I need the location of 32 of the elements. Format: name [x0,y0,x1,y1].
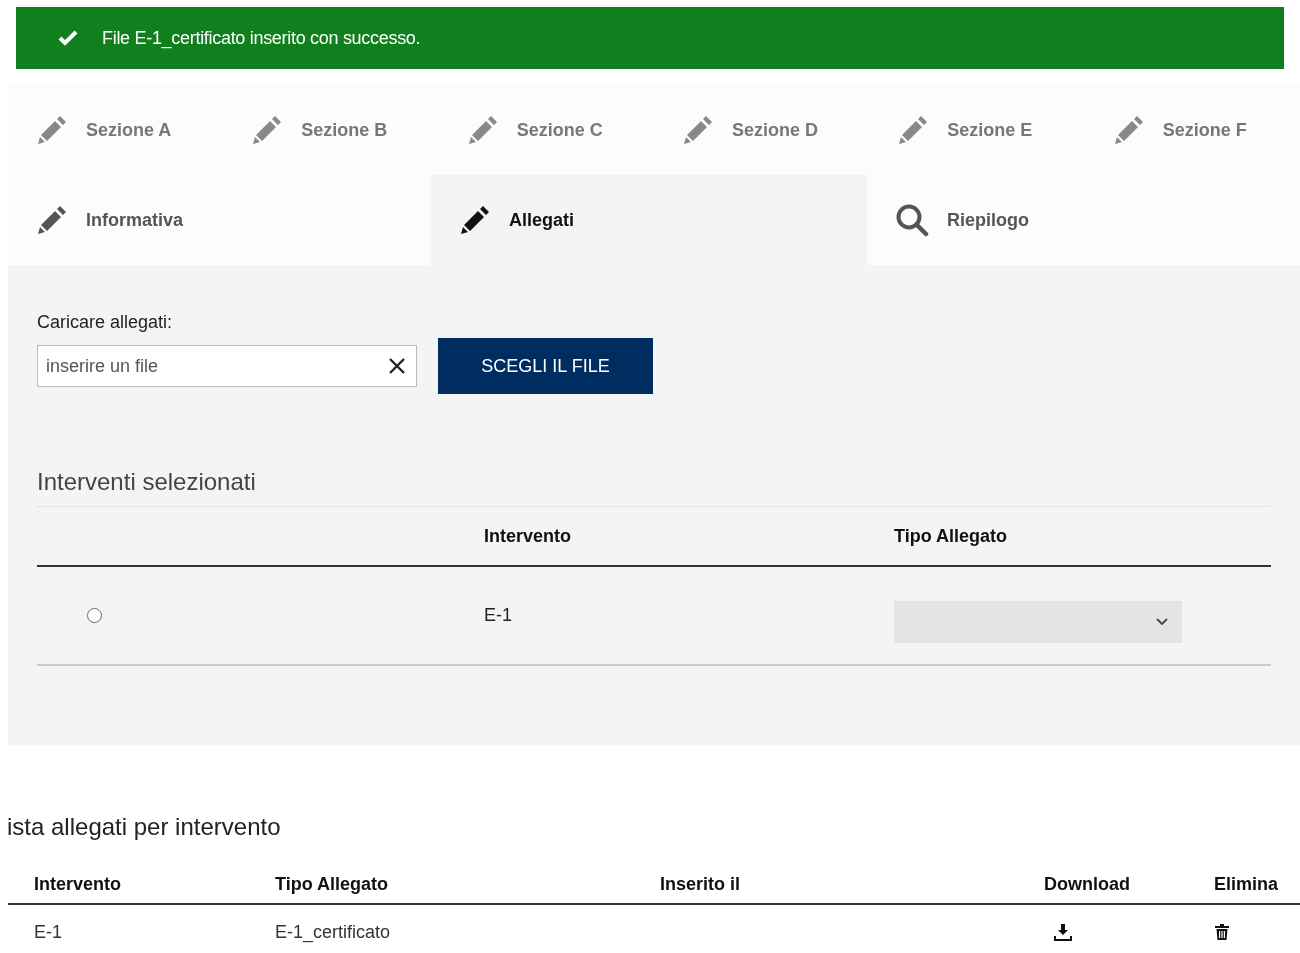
column-header: Intervento [34,873,121,894]
table-cell: E-1 [34,921,62,942]
checkmark-icon [58,30,78,46]
column-header: Download [1044,873,1130,894]
chevron-down-icon [1156,617,1168,626]
pencil-icon [36,204,68,236]
field-label: Caricare allegati: [37,311,174,334]
pencil-icon [897,114,930,146]
search-icon [895,203,929,237]
section-title: ista allegati per intervento [7,812,282,842]
radio-button[interactable] [87,608,102,623]
column-header: Tipo Allegato [894,525,1007,546]
table-cell: E-1 [484,605,512,625]
pencil-icon [682,114,714,146]
pencil-icon [466,114,499,146]
file-input-field[interactable]: inserire un file [37,345,417,387]
table-cell: E-1_certificato [275,921,391,942]
tab[interactable]: Allegati [431,175,867,265]
pencil-icon [459,204,491,236]
download-icon[interactable] [1054,923,1072,941]
column-header: Elimina [1214,873,1279,894]
section-title: Interventi selezionati [37,464,1271,507]
pencil-icon [1112,114,1145,146]
alert-message: File E-1_certificato inserito con successo. [102,26,421,51]
choose-file-button[interactable]: SCEGLI IL FILE [438,338,653,394]
column-header: Tipo Allegato [275,873,388,894]
trash-icon[interactable] [1215,924,1229,940]
column-header: Intervento [484,525,571,546]
clear-icon[interactable] [388,357,406,375]
pencil-icon [251,114,284,146]
column-header: Inserito il [660,873,740,894]
pencil-icon [36,114,68,146]
